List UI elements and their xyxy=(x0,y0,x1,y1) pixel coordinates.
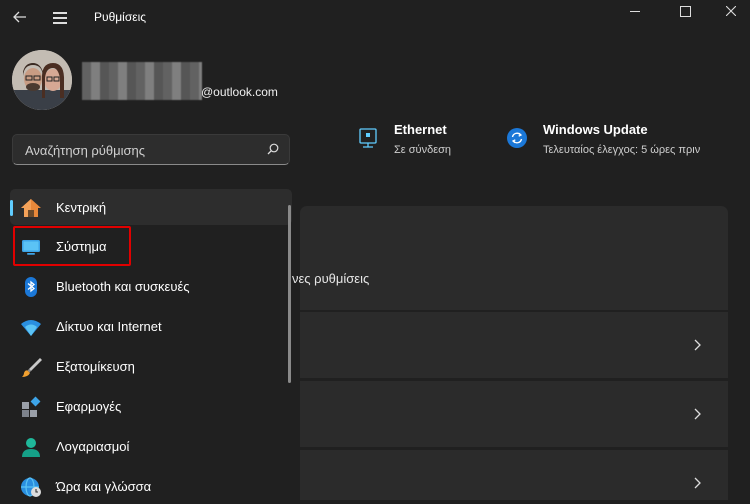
sync-icon xyxy=(507,128,527,148)
chevron-right-icon xyxy=(694,407,702,423)
sidebar-item-personalization[interactable]: Εξατομίκευση xyxy=(10,348,292,384)
brush-icon xyxy=(20,356,42,378)
sidebar-item-time-language[interactable]: Ώρα και γλώσσα xyxy=(10,468,292,504)
back-button[interactable] xyxy=(8,6,32,28)
close-button[interactable] xyxy=(708,0,750,22)
sidebar-item-label: Δίκτυο και Internet xyxy=(56,318,162,334)
windows-update-status[interactable]: Windows Update Τελευταίος έλεγχος: 5 ώρε… xyxy=(507,122,742,162)
chevron-right-icon xyxy=(694,338,702,354)
avatar[interactable] xyxy=(12,50,72,110)
home-icon xyxy=(20,197,42,219)
globe-clock-icon xyxy=(20,476,42,498)
sidebar-item-apps[interactable]: Εφαρμογές xyxy=(10,388,292,424)
search-input[interactable] xyxy=(23,135,257,166)
card-partial-text: νες ρυθμίσεις xyxy=(292,271,370,286)
settings-row[interactable] xyxy=(300,450,728,500)
main-card xyxy=(300,206,728,310)
sidebar-item-label: Bluetooth και συσκευές xyxy=(56,278,190,294)
maximize-icon xyxy=(679,5,691,17)
sidebar-item-network[interactable]: Δίκτυο και Internet xyxy=(10,308,292,344)
ethernet-subtitle: Σε σύνδεση xyxy=(394,144,451,156)
sidebar-item-label: Εφαρμογές xyxy=(56,398,122,414)
navigation-menu-button[interactable] xyxy=(50,6,72,28)
close-icon xyxy=(726,6,736,16)
selection-indicator xyxy=(10,200,13,216)
minimize-button[interactable] xyxy=(612,0,658,22)
hamburger-icon xyxy=(53,12,67,14)
search-box[interactable] xyxy=(12,134,290,166)
chevron-right-icon xyxy=(694,476,702,492)
windows-update-title: Windows Update xyxy=(543,122,648,137)
sidebar-item-bluetooth[interactable]: Bluetooth και συσκευές xyxy=(10,268,292,304)
bluetooth-icon xyxy=(20,276,42,298)
sidebar-item-system[interactable]: Σύστημα xyxy=(10,228,292,264)
profile-photo xyxy=(12,50,72,110)
minimize-icon xyxy=(630,10,640,12)
sidebar-nav: Κεντρική Σύστημα Bluetooth και συσκευές … xyxy=(10,188,292,500)
app-title: Ρυθμίσεις xyxy=(94,10,147,24)
ethernet-status[interactable]: Ethernet Σε σύνδεση xyxy=(358,122,478,162)
settings-row[interactable] xyxy=(300,381,728,447)
sidebar-item-label: Λογαριασμοί xyxy=(56,438,130,454)
sidebar-scrollbar[interactable] xyxy=(288,205,291,383)
email-redacted xyxy=(82,62,202,100)
ethernet-icon xyxy=(359,128,377,148)
sidebar-item-label: Ώρα και γλώσσα xyxy=(56,478,152,494)
account-email-suffix: @outlook.com xyxy=(201,85,278,99)
wifi-icon xyxy=(20,316,42,338)
search-icon[interactable] xyxy=(267,143,279,155)
back-arrow-icon xyxy=(13,11,26,23)
sidebar-item-home[interactable]: Κεντρική xyxy=(10,189,292,225)
account-icon xyxy=(20,436,42,458)
apps-icon xyxy=(20,396,42,418)
sidebar-item-label: Κεντρική xyxy=(56,199,107,215)
settings-row[interactable] xyxy=(300,312,728,378)
maximize-button[interactable] xyxy=(662,0,708,22)
sidebar-item-accounts[interactable]: Λογαριασμοί xyxy=(10,428,292,464)
sidebar-item-label: Σύστημα xyxy=(56,238,107,254)
windows-update-subtitle: Τελευταίος έλεγχος: 5 ώρες πριν xyxy=(543,144,701,156)
ethernet-title: Ethernet xyxy=(394,122,447,137)
system-display-icon xyxy=(20,236,42,258)
sidebar-item-label: Εξατομίκευση xyxy=(56,358,135,374)
